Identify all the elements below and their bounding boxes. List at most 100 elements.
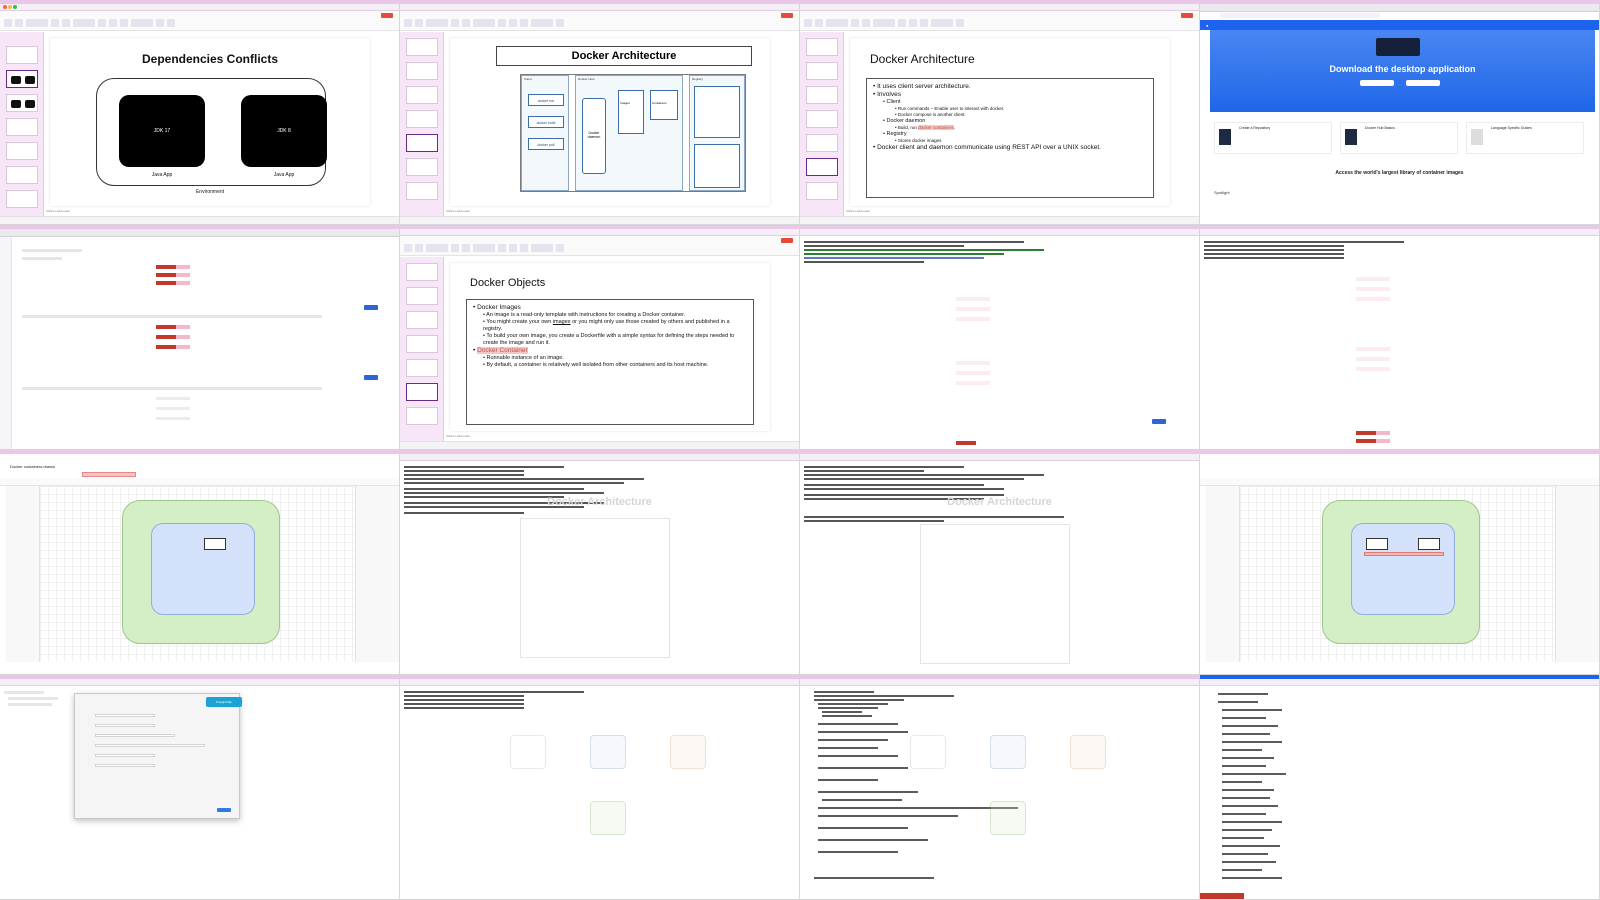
- slide-thumbnail[interactable]: [806, 110, 838, 128]
- jdk-label: JDK 8: [277, 128, 291, 134]
- slide-thumbnail[interactable]: [406, 383, 438, 401]
- slide-canvas[interactable]: Docker Architecture Client docker run do…: [450, 38, 770, 206]
- shapes-panel[interactable]: [1206, 486, 1240, 662]
- slide-thumbnail[interactable]: [806, 62, 838, 80]
- slide-thumbnail[interactable]: [806, 38, 838, 56]
- record-icon[interactable]: [381, 13, 393, 18]
- docker-whale-icon[interactable]: ●: [1206, 23, 1208, 28]
- slide-thumbnail[interactable]: [406, 407, 438, 425]
- terminal[interactable]: Docker Architecture: [400, 462, 799, 674]
- port-field[interactable]: [95, 744, 205, 747]
- drawio-canvas[interactable]: [1240, 486, 1555, 662]
- screenshot-grid: Dependencies Conflicts JDK 17 JDK 8 Java…: [0, 0, 1600, 900]
- bullet: • It uses client server architecture.: [873, 83, 971, 90]
- slide-thumbnail[interactable]: [6, 94, 38, 112]
- format-panel[interactable]: [355, 486, 399, 662]
- slide-thumbnails: [800, 32, 844, 216]
- copy-button[interactable]: [364, 305, 378, 310]
- terminal[interactable]: [1200, 237, 1599, 449]
- vm-container[interactable]: [1351, 523, 1455, 615]
- terminal[interactable]: Docker Architecture: [800, 462, 1199, 674]
- slide-title: Dependencies Conflicts: [141, 52, 279, 66]
- terminal[interactable]: [400, 687, 799, 899]
- slide-thumbnail[interactable]: [406, 86, 438, 104]
- host-field[interactable]: [95, 714, 155, 717]
- slide-thumbnail[interactable]: [406, 62, 438, 80]
- slide-thumbnail[interactable]: [6, 190, 38, 208]
- terminal[interactable]: [800, 237, 1199, 449]
- terminal[interactable]: [800, 687, 1199, 899]
- slide-thumbnail[interactable]: [6, 70, 38, 88]
- slide-canvas[interactable]: Docker Objects • Docker Images • An imag…: [450, 263, 770, 431]
- slide-thumbnail[interactable]: [6, 142, 38, 160]
- network-bridge[interactable]: [1364, 552, 1444, 556]
- hub-nav: ●: [1200, 20, 1599, 30]
- shapes-panel[interactable]: [6, 486, 40, 662]
- maximize-icon[interactable]: [13, 5, 17, 9]
- db-navigator[interactable]: [4, 689, 64, 709]
- ribbon-toolbar: [0, 11, 399, 31]
- slide-thumbnail[interactable]: [406, 158, 438, 176]
- slide-thumbnail[interactable]: [406, 287, 438, 305]
- environment-label: Environment: [195, 189, 225, 195]
- tile-scout-dashboard: [0, 225, 400, 450]
- connection-dialog[interactable]: [74, 693, 240, 819]
- finish-button[interactable]: [217, 808, 231, 812]
- minimize-icon[interactable]: [8, 5, 12, 9]
- slide-thumbnail[interactable]: [406, 38, 438, 56]
- hub-card[interactable]: Docker Hub Basics: [1340, 122, 1458, 154]
- images-link[interactable]: images: [553, 319, 571, 325]
- download-button[interactable]: [1360, 80, 1394, 86]
- title-bar: [400, 229, 799, 236]
- record-bar: [1200, 893, 1244, 899]
- slide-thumbnail[interactable]: [406, 110, 438, 128]
- copy-button[interactable]: [364, 375, 378, 380]
- record-icon[interactable]: [1181, 13, 1193, 18]
- slide-thumbnail[interactable]: [6, 166, 38, 184]
- format-panel[interactable]: [1555, 486, 1599, 662]
- slide-thumbnail[interactable]: [806, 134, 838, 152]
- record-icon[interactable]: [781, 238, 793, 243]
- slide-thumbnail[interactable]: [406, 311, 438, 329]
- diagram-node[interactable]: [1366, 538, 1388, 550]
- bullet: • Involves: [873, 91, 901, 98]
- password-field[interactable]: [95, 764, 155, 767]
- url-field[interactable]: [95, 734, 175, 737]
- slide-thumbnail[interactable]: [406, 359, 438, 377]
- vm-container[interactable]: [151, 523, 255, 615]
- diagram-node[interactable]: [204, 538, 226, 550]
- slide-thumbnail[interactable]: [406, 263, 438, 281]
- slide-canvas[interactable]: Dependencies Conflicts JDK 17 JDK 8 Java…: [50, 38, 370, 206]
- copy-button[interactable]: [1152, 419, 1166, 424]
- slide-thumbnail[interactable]: [6, 118, 38, 136]
- terminal[interactable]: [1200, 687, 1599, 899]
- sidebar: [0, 237, 12, 449]
- host-container[interactable]: [122, 500, 280, 644]
- account-popup[interactable]: [1376, 38, 1420, 56]
- slide-thumbnail[interactable]: [406, 182, 438, 200]
- slide-thumbnail[interactable]: [406, 335, 438, 353]
- notes-field[interactable]: Click to add notes: [46, 209, 385, 215]
- hub-card[interactable]: Language Specific Guides: [1466, 122, 1584, 154]
- slide-canvas[interactable]: Docker Architecture • It uses client ser…: [850, 38, 1170, 206]
- diagram-node[interactable]: [1418, 538, 1440, 550]
- database-field[interactable]: [95, 724, 155, 727]
- drawio-canvas[interactable]: [40, 486, 355, 662]
- notes-field[interactable]: Click to add notes: [446, 434, 785, 440]
- faded-slide-title: Docker Architecture: [547, 496, 652, 508]
- host-container[interactable]: [1322, 500, 1480, 644]
- username-field[interactable]: [95, 754, 155, 757]
- hub-card[interactable]: Create a Repository: [1214, 122, 1332, 154]
- slide-thumbnail[interactable]: [806, 158, 838, 176]
- notes-field[interactable]: Click to add notes: [846, 209, 1185, 215]
- slide-thumbnail[interactable]: [806, 86, 838, 104]
- menu-bar: [0, 450, 399, 454]
- notes-field[interactable]: Click to add notes: [446, 209, 785, 215]
- slide-thumbnail[interactable]: [6, 46, 38, 64]
- close-icon[interactable]: [3, 5, 7, 9]
- slide-thumbnail[interactable]: [806, 182, 838, 200]
- slide-thumbnail[interactable]: [406, 134, 438, 152]
- address-bar[interactable]: [1220, 13, 1380, 18]
- download-button[interactable]: [1406, 80, 1440, 86]
- record-icon[interactable]: [781, 13, 793, 18]
